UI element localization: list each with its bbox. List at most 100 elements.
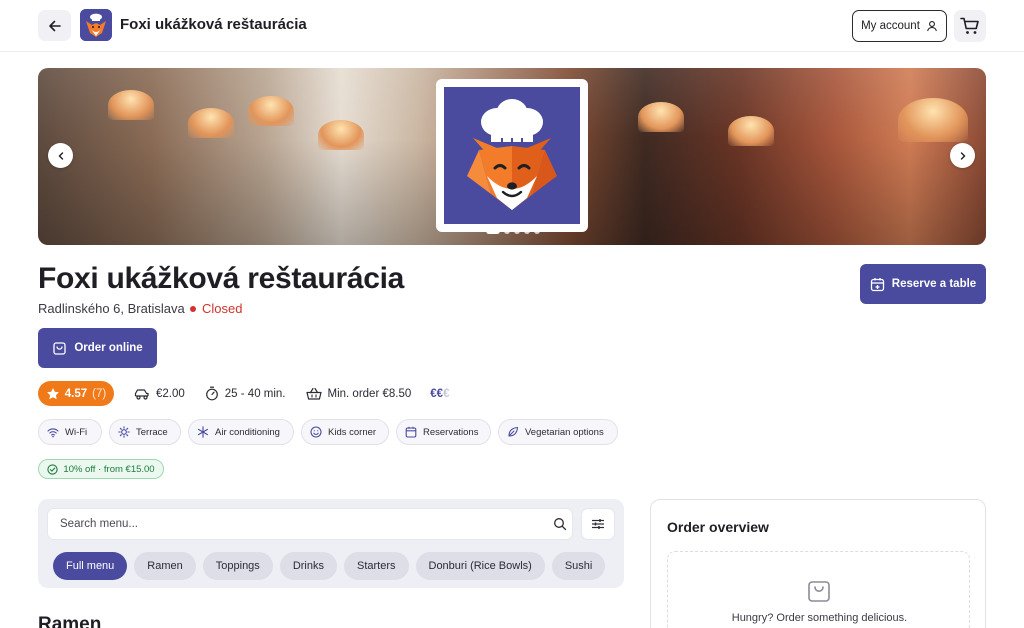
rating-value: 4.57 xyxy=(64,387,88,400)
wifi-icon xyxy=(47,428,59,437)
search-icon[interactable] xyxy=(553,517,567,531)
amenity-label: Terrace xyxy=(136,426,168,438)
calendar-icon xyxy=(405,426,417,438)
amenity-tag: Reservations xyxy=(396,419,491,445)
snowflake-icon xyxy=(197,426,209,438)
lamp-decoration xyxy=(248,96,294,126)
min-order-value: Min. order €8.50 xyxy=(327,387,412,400)
carousel-dot[interactable] xyxy=(514,228,520,234)
check-circle-icon xyxy=(47,463,59,475)
delivery-time-value: 25 - 40 min. xyxy=(224,387,286,400)
min-order: Min. order €8.50 xyxy=(305,387,412,401)
amenity-tag: Air conditioning xyxy=(188,419,294,445)
chevron-right-icon xyxy=(960,151,965,160)
basket-icon xyxy=(305,387,322,400)
amenity-tag: Terrace xyxy=(109,419,181,445)
amenity-tag: Vegetarian options xyxy=(498,419,618,445)
rating-count: (7) xyxy=(92,387,107,400)
top-bar: Foxi ukážková reštaurácia My account xyxy=(0,0,1024,52)
arrow-left-icon xyxy=(48,20,61,31)
carousel-dots xyxy=(486,228,540,234)
sun-icon xyxy=(118,426,130,438)
carousel-dot[interactable] xyxy=(504,228,510,234)
brand-logo xyxy=(80,9,112,41)
restaurant-logo-frame xyxy=(436,79,588,232)
lamp-decoration xyxy=(108,90,154,120)
order-empty-state: Hungry? Order something delicious. xyxy=(667,551,970,628)
amenity-tag: Kids corner xyxy=(301,419,389,445)
amenity-label: Kids corner xyxy=(328,426,377,438)
fox-logo-icon xyxy=(80,9,112,41)
calendar-plus-icon xyxy=(870,277,884,291)
amenity-tag: Wi-Fi xyxy=(38,419,102,445)
price-level: €€€ xyxy=(430,388,449,400)
order-online-label: Order online xyxy=(74,342,143,354)
order-overview-title: Order overview xyxy=(667,519,769,535)
shopping-bag-icon xyxy=(53,341,66,355)
smile-icon xyxy=(310,426,322,438)
cart-icon xyxy=(960,17,979,34)
price-level-dim: € xyxy=(443,387,450,400)
price-level-active: €€ xyxy=(430,387,444,400)
search-input[interactable] xyxy=(60,509,530,539)
category-tab-toppings[interactable]: Toppings xyxy=(202,552,273,580)
leaf-icon xyxy=(508,426,519,437)
rating-badge[interactable]: 4.57 (7) xyxy=(38,381,114,406)
restaurant-title: Foxi ukážková reštaurácia xyxy=(38,262,405,295)
restaurant-address: Radlinského 6, Bratislava xyxy=(38,301,185,316)
delivery-fee-value: €2.00 xyxy=(156,387,185,400)
status-dot-icon xyxy=(190,305,196,312)
lamp-decoration xyxy=(638,102,684,132)
carousel-next-button[interactable] xyxy=(950,143,975,168)
back-button[interactable] xyxy=(38,10,71,41)
amenity-label: Wi-Fi xyxy=(65,426,88,438)
category-tab-ramen[interactable]: Ramen xyxy=(134,552,196,580)
category-tab-starters[interactable]: Starters xyxy=(343,552,409,580)
open-status: Closed xyxy=(190,301,242,316)
restaurant-meta: 4.57 (7) €2.00 25 - 40 min. Min. order €… xyxy=(38,381,449,406)
category-tab-sushi[interactable]: Sushi xyxy=(551,552,606,580)
hero-carousel xyxy=(38,68,986,245)
reserve-table-button[interactable]: Reserve a table xyxy=(860,264,986,304)
lamp-decoration xyxy=(188,108,234,138)
discount-badge: 10% off · from €15.00 xyxy=(38,459,164,479)
category-tab-donburi[interactable]: Donburi (Rice Bowls) xyxy=(415,552,545,580)
carousel-dot[interactable] xyxy=(534,228,540,234)
carousel-prev-button[interactable] xyxy=(48,143,73,168)
sliders-icon xyxy=(592,519,604,529)
amenity-label: Reservations xyxy=(423,426,479,438)
delivery-car-icon xyxy=(134,388,149,400)
stopwatch-icon xyxy=(205,386,218,401)
order-overview-panel: Order overview Hungry? Order something d… xyxy=(650,499,986,628)
search-box xyxy=(47,508,573,540)
carousel-dot[interactable] xyxy=(524,228,530,234)
status-label: Closed xyxy=(202,301,243,316)
order-empty-text: Hungry? Order something delicious. xyxy=(731,612,908,624)
carousel-dot[interactable] xyxy=(486,228,500,234)
my-account-button[interactable]: My account xyxy=(852,10,947,42)
reserve-table-label: Reserve a table xyxy=(891,278,977,290)
lamp-decoration xyxy=(728,116,774,146)
user-icon xyxy=(926,21,937,32)
restaurant-logo xyxy=(444,87,580,224)
amenity-tags: Wi-Fi Terrace Air conditioning Kids corn… xyxy=(38,419,618,445)
star-icon xyxy=(46,387,59,399)
filter-button[interactable] xyxy=(581,508,615,540)
amenity-label: Air conditioning xyxy=(215,426,280,438)
category-tabs: Full menu Ramen Toppings Drinks Starters… xyxy=(53,552,616,580)
cart-button[interactable] xyxy=(954,10,986,42)
menu-section-heading: Ramen xyxy=(38,614,102,628)
amenity-label: Vegetarian options xyxy=(525,426,604,438)
brand-name[interactable]: Foxi ukážková reštaurácia xyxy=(120,16,307,33)
lamp-decoration xyxy=(898,98,968,142)
fox-chef-logo-icon xyxy=(467,98,557,210)
order-online-button[interactable]: Order online xyxy=(38,328,157,368)
shopping-bag-icon xyxy=(808,581,830,602)
chevron-left-icon xyxy=(58,151,63,160)
discount-label: 10% off · from €15.00 xyxy=(63,463,155,475)
delivery-time: 25 - 40 min. xyxy=(205,386,286,401)
menu-panel: Full menu Ramen Toppings Drinks Starters… xyxy=(38,499,624,588)
category-tab-drinks[interactable]: Drinks xyxy=(279,552,337,580)
category-tab-full-menu[interactable]: Full menu xyxy=(53,552,128,580)
delivery-fee: €2.00 xyxy=(134,387,185,401)
